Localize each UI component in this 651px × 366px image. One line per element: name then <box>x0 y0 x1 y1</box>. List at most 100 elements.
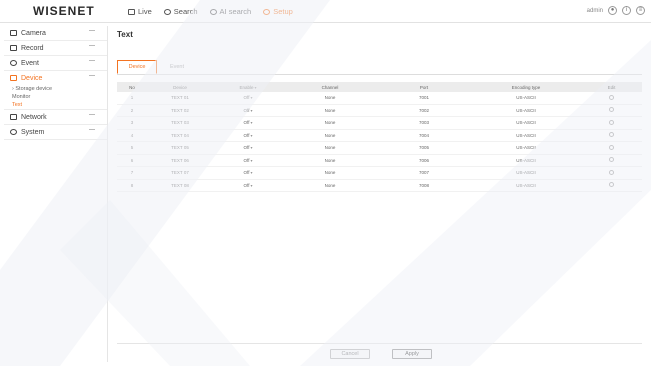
sidebar-item-record[interactable]: Record <box>4 41 107 56</box>
edit-icon[interactable] <box>609 119 614 125</box>
user-label[interactable]: admin <box>587 8 603 14</box>
cell-enable-value: Off <box>243 182 250 188</box>
cell-no: 5 <box>117 145 147 150</box>
cell-port[interactable]: 7006 <box>377 158 471 163</box>
tab-device[interactable]: Device <box>117 60 157 74</box>
cell-port[interactable]: 7008 <box>377 183 471 188</box>
col-encoding: Encoding type <box>511 84 541 90</box>
cell-port-value: 7003 <box>418 120 429 126</box>
col-enable[interactable]: Enable▾ <box>213 85 283 90</box>
cell-enable-value: Off <box>243 157 250 163</box>
cell-device: TEXT 01 <box>147 95 213 100</box>
nav-search[interactable]: Search <box>163 7 198 16</box>
cell-port-value: 7008 <box>418 182 429 188</box>
cell-channel-value: None <box>324 95 336 101</box>
cell-channel[interactable]: None <box>283 183 377 188</box>
cell-no: 8 <box>117 183 147 188</box>
cell-edit <box>581 169 642 176</box>
edit-icon[interactable] <box>609 132 614 138</box>
cell-encoding[interactable]: US-ASCII <box>471 145 581 150</box>
system-icon <box>10 129 17 135</box>
cell-encoding-value: US-ASCII <box>516 170 536 176</box>
sidebar-item-event[interactable]: Event <box>4 56 107 71</box>
apply-button[interactable]: Apply <box>392 349 432 359</box>
cell-port[interactable]: 7001 <box>377 95 471 100</box>
edit-icon[interactable] <box>609 107 614 113</box>
cell-encoding[interactable]: US-ASCII <box>471 95 581 100</box>
cell-edit <box>581 132 642 138</box>
nav-setup[interactable]: Setup <box>263 7 293 16</box>
cell-enable[interactable]: Off▾ <box>213 145 283 150</box>
cell-channel[interactable]: None <box>283 95 377 100</box>
cell-channel-value: None <box>324 145 336 151</box>
edit-icon[interactable] <box>609 182 614 188</box>
cell-channel[interactable]: None <box>283 158 377 163</box>
cell-no: 1 <box>117 95 147 100</box>
cell-encoding[interactable]: US-ASCII <box>471 158 581 163</box>
cell-no-value: 4 <box>130 132 134 138</box>
chevron-icon <box>89 75 95 76</box>
sidebar-item-network[interactable]: Network <box>4 110 107 125</box>
cell-enable[interactable]: Off▾ <box>213 158 283 163</box>
cell-enable[interactable]: Off▾ <box>213 95 283 100</box>
cell-no-value: 5 <box>130 145 134 151</box>
edit-icon[interactable] <box>609 157 614 163</box>
top-right-tools: admin ● i ≡ <box>587 6 645 15</box>
cell-channel-value: None <box>324 157 336 163</box>
nav-search-label: Search <box>173 7 198 16</box>
cell-enable[interactable]: Off▾ <box>213 170 283 175</box>
cell-port-value: 7002 <box>418 107 429 113</box>
cell-device-value: TEXT 06 <box>171 157 189 163</box>
cell-port[interactable]: 7003 <box>377 120 471 125</box>
sidebar-subitem-monitor[interactable]: Monitor <box>4 93 107 101</box>
edit-icon[interactable] <box>609 169 614 175</box>
edit-icon[interactable] <box>609 144 614 150</box>
nav-ai-search[interactable]: AI search <box>209 7 252 16</box>
cell-enable[interactable]: Off▾ <box>213 133 283 138</box>
nav-live[interactable]: Live <box>128 7 152 16</box>
sidebar-item-device[interactable]: Device <box>4 71 107 85</box>
cell-encoding-value: US-ASCII <box>516 120 536 126</box>
cell-port[interactable]: 7007 <box>377 170 471 175</box>
cell-channel[interactable]: None <box>283 120 377 125</box>
sidebar-item-label: Event <box>21 59 39 67</box>
menu-icon[interactable]: ≡ <box>636 6 645 15</box>
tab-event[interactable]: Event <box>157 60 197 74</box>
sidebar-item-camera[interactable]: Camera <box>4 26 107 41</box>
cell-enable[interactable]: Off▾ <box>213 120 283 125</box>
cell-channel[interactable]: None <box>283 133 377 138</box>
cell-encoding[interactable]: US-ASCII <box>471 120 581 125</box>
cell-port[interactable]: 7005 <box>377 145 471 150</box>
nav-setup-label: Setup <box>273 7 293 16</box>
cancel-button[interactable]: Cancel <box>330 349 370 359</box>
cell-port[interactable]: 7004 <box>377 133 471 138</box>
sidebar-subitem-storage[interactable]: › Storage device <box>4 85 107 93</box>
cell-channel[interactable]: None <box>283 145 377 150</box>
cell-device: TEXT 07 <box>147 170 213 175</box>
cell-encoding-value: US-ASCII <box>516 95 536 101</box>
table-row: 1 TEXT 01 Off▾ None 7001 US-ASCII <box>117 92 642 105</box>
cell-no-value: 8 <box>130 182 134 188</box>
cell-enable[interactable]: Off▾ <box>213 183 283 188</box>
help-icon[interactable]: i <box>622 6 631 15</box>
cell-device-value: TEXT 04 <box>171 132 189 138</box>
cell-channel[interactable]: None <box>283 108 377 113</box>
divider <box>117 343 642 344</box>
cell-encoding[interactable]: US-ASCII <box>471 183 581 188</box>
sidebar-subitem-text[interactable]: Text <box>4 101 107 110</box>
chevron-down-icon: ▾ <box>250 182 253 188</box>
cell-encoding[interactable]: US-ASCII <box>471 108 581 113</box>
cell-encoding[interactable]: US-ASCII <box>471 170 581 175</box>
nav-ai-search-label: AI search <box>219 7 252 16</box>
cell-enable[interactable]: Off▾ <box>213 108 283 113</box>
chevron-icon <box>89 45 95 46</box>
edit-icon[interactable] <box>609 94 614 100</box>
table-row: 5 TEXT 05 Off▾ None 7005 US-ASCII <box>117 142 642 155</box>
cell-encoding[interactable]: US-ASCII <box>471 133 581 138</box>
sidebar-item-system[interactable]: System <box>4 125 107 140</box>
cell-channel[interactable]: None <box>283 170 377 175</box>
chevron-down-icon: ▾ <box>250 145 253 151</box>
cell-port[interactable]: 7002 <box>377 108 471 113</box>
user-icon[interactable]: ● <box>608 6 617 15</box>
cell-device-value: TEXT 02 <box>171 107 189 113</box>
